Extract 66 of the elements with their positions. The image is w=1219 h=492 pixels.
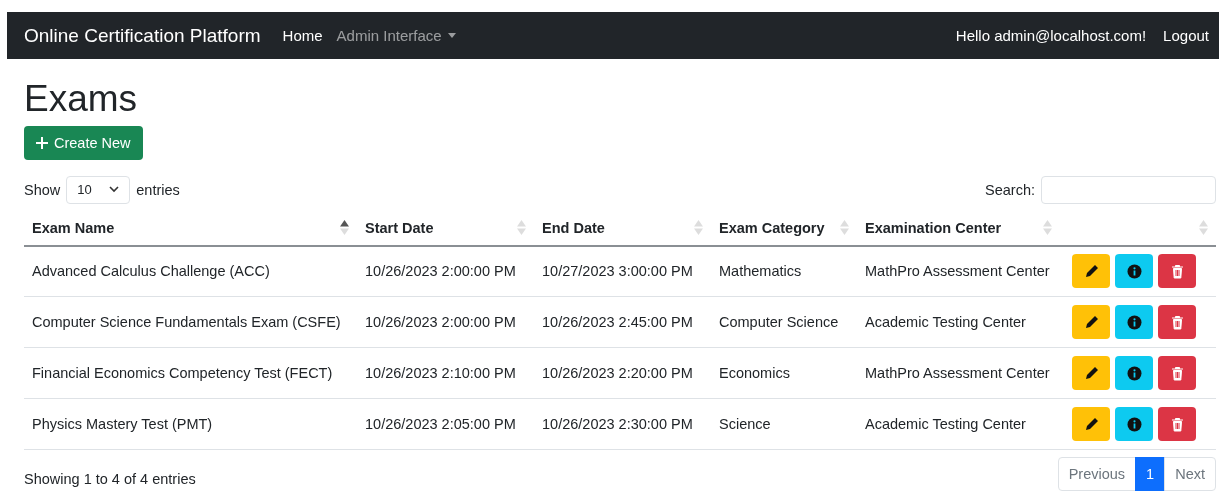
edit-button[interactable] bbox=[1072, 254, 1110, 289]
trash-icon bbox=[1169, 365, 1185, 381]
page-button[interactable]: 1 bbox=[1135, 457, 1166, 492]
delete-button[interactable] bbox=[1158, 254, 1196, 289]
pencil-icon bbox=[1083, 365, 1099, 381]
info-icon bbox=[1126, 416, 1142, 432]
details-button[interactable] bbox=[1115, 407, 1153, 442]
delete-button[interactable] bbox=[1158, 305, 1196, 340]
edit-button[interactable] bbox=[1072, 356, 1110, 391]
table-cell: 10/26/2023 2:10:00 PM bbox=[357, 347, 534, 399]
table-cell: Physics Mastery Test (PMT) bbox=[24, 398, 357, 450]
delete-button[interactable] bbox=[1158, 407, 1196, 442]
info-icon bbox=[1126, 314, 1142, 330]
column-header[interactable]: Start Date bbox=[357, 210, 534, 246]
table-cell: Computer Science bbox=[711, 296, 857, 348]
trash-icon bbox=[1169, 314, 1185, 330]
table-cell: Economics bbox=[711, 347, 857, 399]
table-cell: Computer Science Fundamentals Exam (CSFE) bbox=[24, 296, 357, 348]
nav-link[interactable]: Home bbox=[282, 27, 323, 44]
table-cell: MathPro Assessment Center bbox=[857, 245, 1060, 297]
caret-icon bbox=[447, 33, 456, 38]
details-button[interactable] bbox=[1115, 305, 1153, 340]
details-button[interactable] bbox=[1115, 356, 1153, 391]
entries-info: Showing 1 to 4 of 4 entries bbox=[24, 471, 196, 490]
pencil-icon bbox=[1083, 314, 1099, 330]
chevron-down-icon bbox=[109, 186, 120, 194]
dropdown-menu-toggle[interactable]: Admin Interface bbox=[336, 27, 456, 44]
plus-icon bbox=[36, 136, 48, 149]
greeting-text: Hello admin@localhost.com! bbox=[955, 27, 1147, 44]
search-label: Search: bbox=[985, 181, 1035, 198]
table-cell: Science bbox=[711, 398, 857, 450]
pencil-icon bbox=[1083, 263, 1099, 279]
table-cell: 10/26/2023 2:05:00 PM bbox=[357, 398, 534, 450]
search-field[interactable] bbox=[1041, 175, 1216, 204]
table-cell: Academic Testing Center bbox=[857, 296, 1060, 348]
show-label: Show bbox=[24, 181, 61, 198]
brand-title[interactable]: Online Certification Platform bbox=[24, 24, 261, 47]
pencil-icon bbox=[1083, 416, 1099, 432]
table-cell: Advanced Calculus Challenge (ACC) bbox=[24, 245, 357, 297]
details-button[interactable] bbox=[1115, 254, 1153, 289]
info-icon bbox=[1126, 263, 1142, 279]
column-header[interactable]: Examination Center bbox=[857, 210, 1060, 246]
table-cell: Mathematics bbox=[711, 245, 857, 297]
edit-button[interactable] bbox=[1072, 407, 1110, 442]
column-header[interactable]: Exam Name bbox=[24, 210, 357, 246]
table-cell: 10/26/2023 2:00:00 PM bbox=[357, 245, 534, 297]
entries-select[interactable]: 10 bbox=[66, 175, 131, 204]
entries-label: entries bbox=[136, 181, 180, 198]
column-header[interactable]: End Date bbox=[534, 210, 711, 246]
table-cell: 10/27/2023 3:00:00 PM bbox=[534, 245, 711, 297]
page-title: Exams bbox=[24, 79, 139, 120]
column-header[interactable]: Exam Category bbox=[711, 210, 857, 246]
table-cell: 10/26/2023 2:30:00 PM bbox=[534, 398, 711, 450]
logout-link[interactable]: Logout bbox=[1163, 27, 1209, 44]
trash-icon bbox=[1169, 416, 1185, 432]
table-cell: 10/26/2023 2:00:00 PM bbox=[357, 296, 534, 348]
delete-button[interactable] bbox=[1158, 356, 1196, 391]
trash-icon bbox=[1169, 263, 1185, 279]
info-icon bbox=[1126, 365, 1142, 381]
table-cell: MathPro Assessment Center bbox=[857, 347, 1060, 399]
table-cell: 10/26/2023 2:20:00 PM bbox=[534, 347, 711, 399]
table-cell: Financial Economics Competency Test (FECT) bbox=[24, 347, 357, 399]
edit-button[interactable] bbox=[1072, 305, 1110, 340]
table-cell: 10/26/2023 2:45:00 PM bbox=[534, 296, 711, 348]
create-new-button[interactable]: Create New bbox=[24, 125, 143, 160]
table-cell: Academic Testing Center bbox=[857, 398, 1060, 450]
